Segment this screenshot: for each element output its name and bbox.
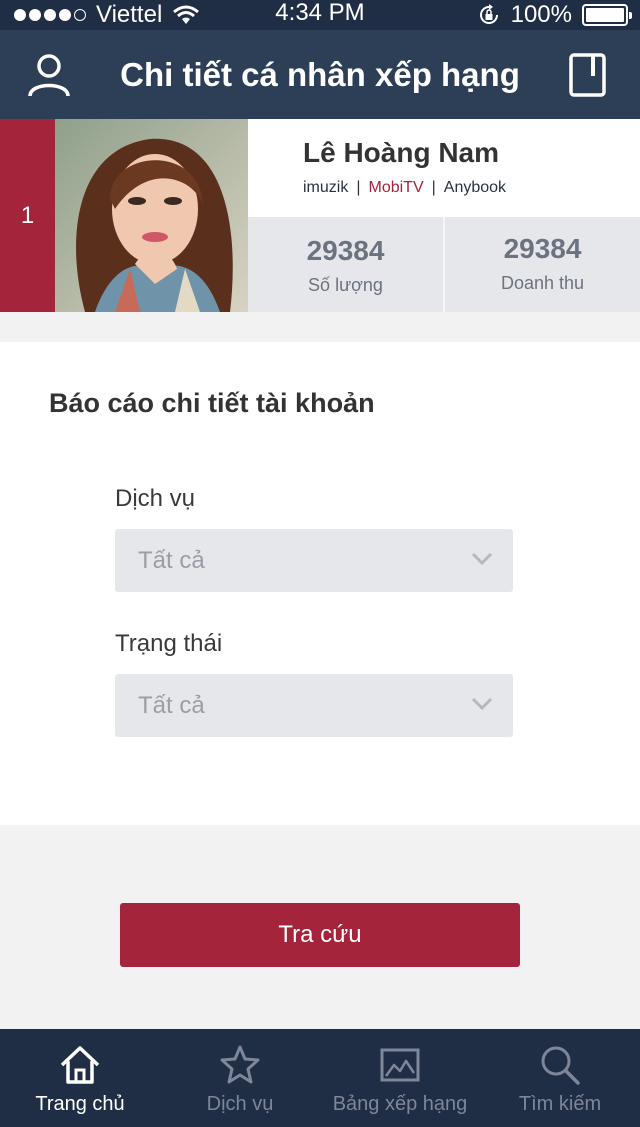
rank-badge: 1: [0, 119, 55, 312]
stats-panel: 29384 Số lượng 29384 Doanh thu: [248, 217, 640, 312]
service-select[interactable]: Tất cả: [115, 529, 513, 592]
service-anybook: Anybook: [443, 179, 507, 196]
user-icon[interactable]: [26, 52, 72, 98]
nav-label-services: Dịch vụ: [206, 1093, 274, 1115]
battery-percent: 100%: [510, 1, 572, 28]
stat-quantity-label: Số lượng: [308, 275, 383, 295]
report-form: Báo cáo chi tiết tài khoản Dịch vụ Tất c…: [0, 342, 640, 825]
search-button[interactable]: Tra cứu: [120, 903, 520, 967]
service-mobitv: MobiTV: [368, 179, 424, 196]
service-field-label: Dịch vụ: [115, 485, 196, 512]
stat-revenue: 29384 Doanh thu: [443, 217, 640, 312]
page-title: Chi tiết cá nhân xếp hạng: [120, 56, 520, 93]
nav-item-home[interactable]: Trang chủ: [0, 1029, 160, 1127]
stat-quantity: 29384 Số lượng: [248, 217, 443, 312]
report-title: Báo cáo chi tiết tài khoản: [49, 388, 375, 418]
service-separator: |: [431, 179, 436, 196]
image-chart-icon: [380, 1048, 420, 1082]
book-icon[interactable]: [566, 52, 612, 98]
app-header: Chi tiết cá nhân xếp hạng: [0, 30, 640, 119]
search-icon: [541, 1046, 580, 1085]
nav-item-search[interactable]: Tìm kiếm: [480, 1029, 640, 1127]
status-bar: Viettel 4:34 PM 100%: [0, 0, 640, 30]
status-field-label: Trạng thái: [115, 630, 223, 657]
profile-name: Lê Hoàng Nam: [303, 137, 500, 168]
chevron-down-icon: [471, 552, 493, 566]
service-separator: |: [356, 179, 361, 196]
stat-revenue-value: 29384: [503, 233, 582, 264]
status-select-value: Tất cả: [138, 692, 205, 719]
nav-label-ranking: Bảng xếp hạng: [332, 1093, 468, 1115]
avatar: [55, 119, 248, 312]
stat-quantity-value: 29384: [306, 235, 385, 266]
stat-revenue-label: Doanh thu: [500, 273, 585, 293]
profile-card[interactable]: 1 Lê Hoàng Nam imuzik | MobiTV | Anybook…: [0, 119, 640, 312]
nav-item-ranking[interactable]: Bảng xếp hạng: [320, 1029, 480, 1127]
home-icon: [60, 1046, 100, 1084]
rotation-lock-icon: [479, 4, 498, 24]
nav-label-search: Tìm kiếm: [518, 1093, 602, 1115]
bottom-nav: Trang chủ Dịch vụ Bảng xếp hạng Tìm kiếm: [0, 1029, 640, 1127]
service-list: imuzik | MobiTV | Anybook: [303, 179, 506, 197]
battery-icon: [582, 4, 632, 26]
star-icon: [220, 1045, 260, 1084]
nav-label-home: Trang chủ: [35, 1093, 125, 1115]
service-imuzik: imuzik: [303, 179, 349, 196]
status-right: 100%: [477, 0, 632, 30]
chevron-down-icon: [471, 697, 493, 711]
service-select-value: Tất cả: [138, 547, 205, 574]
nav-item-services[interactable]: Dịch vụ: [160, 1029, 320, 1127]
status-select[interactable]: Tất cả: [115, 674, 513, 737]
